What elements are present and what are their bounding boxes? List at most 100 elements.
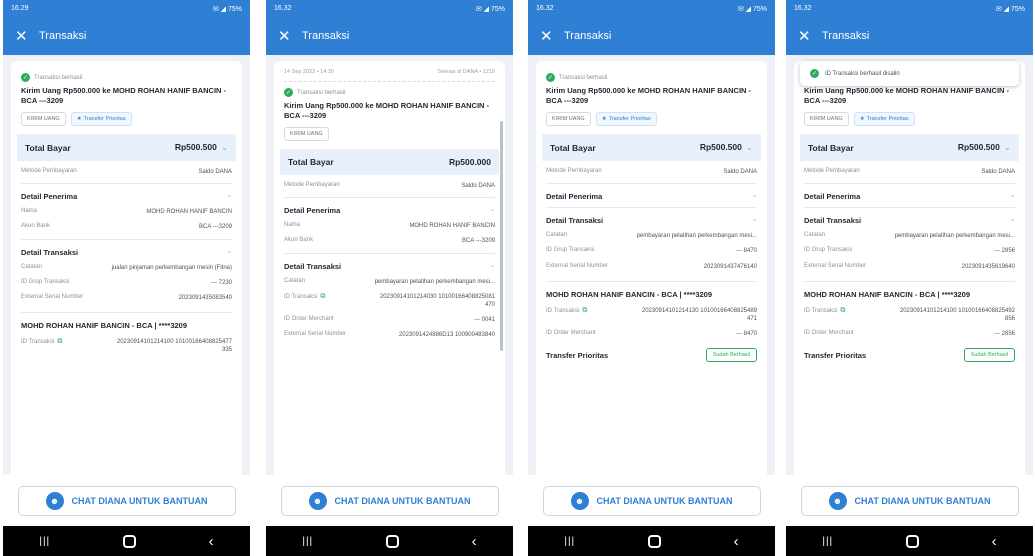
recent-apps-icon[interactable]: ||| [39, 536, 50, 547]
status-indicators: ✉ ◢ 75% [995, 5, 1025, 13]
back-icon[interactable]: ‹ [734, 533, 739, 550]
account-label: Akun Bank [284, 237, 314, 244]
chip-kirim-uang: KIRIM UANG [21, 112, 66, 127]
check-circle-icon: ✓ [284, 88, 293, 97]
success-status: ✓ Transaksi berhasil [546, 73, 757, 82]
chat-diana-button[interactable]: ☻ CHAT DIANA UNTUK BANTUAN [800, 485, 1019, 516]
transaction-card[interactable]: ✓ Kirim Uang Rp500.000 ke MOHD ROHAN HAN… [794, 61, 1025, 475]
total-label: Total Bayar [288, 157, 334, 168]
back-icon[interactable]: ‹ [472, 533, 477, 550]
section-detail-penerima[interactable]: Detail Penerima ⌄ [804, 183, 1015, 201]
toast-message: ID Transaksi berhasil disalin [825, 70, 900, 77]
recent-apps-icon[interactable]: ||| [564, 536, 575, 547]
note-value: jualan pinjaman perkembangan mesin (Fitn… [111, 264, 232, 271]
name-row: Nama MOHD ROHAN HANIF BANCIN [21, 208, 232, 216]
page-title: Transaksi [822, 30, 870, 42]
chevron-down-icon: ⌄ [226, 193, 232, 200]
recent-apps-icon[interactable]: ||| [822, 536, 833, 547]
recent-apps-icon[interactable]: ||| [302, 536, 313, 547]
name-value: MOHD ROHAN HANIF BANCIN [409, 223, 495, 230]
chat-button-label: CHAT DIANA UNTUK BANTUAN [596, 495, 733, 506]
transaction-card[interactable]: ✓ Transaksi berhasil Kirim Uang Rp500.00… [536, 61, 767, 475]
transaction-card[interactable]: 14 Sep 2023 • 14:30 Selesai di DANA • 12… [274, 61, 505, 475]
section-detail-transaksi[interactable]: Detail Transaksi ⌄ [284, 252, 495, 271]
chat-diana-button[interactable]: ☻ CHAT DIANA UNTUK BANTUAN [542, 485, 761, 516]
ext-value: 2023091437476140 [703, 263, 757, 270]
account-value: BCA ---3209 [461, 238, 495, 245]
copy-icon[interactable]: ⧉ [57, 338, 62, 345]
chevron-down-icon: ⌄ [745, 142, 753, 153]
section-title: Detail Transaksi [284, 261, 342, 271]
external-serial-row: External Serial Number 2023091437476140 [546, 263, 757, 271]
bottom-bar: ☻ CHAT DIANA UNTUK BANTUAN [266, 475, 513, 526]
close-icon[interactable]: ✕ [798, 27, 818, 45]
account-value: BCA ---3209 [198, 224, 232, 231]
total-bayar-row[interactable]: Total Bayar Rp500.500 ⌄ [17, 134, 236, 162]
chat-button-label: CHAT DIANA UNTUK BANTUAN [334, 495, 471, 506]
name-label: Nama [21, 208, 38, 215]
payment-value: Saldo DANA [723, 169, 757, 176]
back-icon[interactable]: ‹ [992, 533, 997, 550]
section-detail-penerima[interactable]: Detail Penerima ⌄ [546, 183, 757, 201]
home-icon[interactable] [647, 534, 661, 548]
app-bar: ✕ Transaksi [786, 17, 1033, 55]
total-label: Total Bayar [25, 142, 71, 153]
section-detail-penerima[interactable]: Detail Penerima ⌄ [21, 183, 232, 201]
payment-label: Metode Pembayaran [21, 168, 77, 175]
status-bar: 16.29 ✉ ◢ 75% [3, 0, 250, 17]
transaction-card[interactable]: ✓ Transaksi berhasil Kirim Uang Rp500.00… [11, 61, 242, 475]
section-detail-penerima[interactable]: Detail Penerima ⌄ [284, 197, 495, 215]
copy-icon[interactable]: ⧉ [320, 293, 325, 300]
section-title: Detail Transaksi [21, 247, 79, 257]
content-area: ✓ Transaksi berhasil Kirim Uang Rp500.00… [528, 55, 775, 475]
total-value: Rp500.500 [957, 142, 1000, 153]
status-time: 16.32 [274, 5, 292, 12]
home-icon[interactable] [122, 534, 136, 548]
home-icon[interactable] [905, 534, 919, 548]
check-circle-icon: ✓ [810, 69, 819, 78]
close-icon[interactable]: ✕ [15, 27, 35, 45]
total-label: Total Bayar [550, 142, 596, 153]
note-label: Catatan [21, 263, 43, 270]
chat-diana-button[interactable]: ☻ CHAT DIANA UNTUK BANTUAN [280, 485, 499, 516]
home-icon[interactable] [385, 534, 399, 548]
ext-label: External Serial Number [21, 293, 84, 300]
section-detail-transaksi[interactable]: Detail Transaksi ⌄ [21, 238, 232, 257]
order-id-row: ID Order Merchant --- 2856 [804, 330, 1015, 338]
total-bayar-row[interactable]: Total Bayar Rp500.000 [280, 149, 499, 176]
scrollbar[interactable] [500, 121, 503, 351]
external-serial-row: External Serial Number 2023091424886D13 … [284, 331, 495, 339]
prio-status-button[interactable]: Sudah Berhasil [963, 348, 1015, 363]
status-bar: 16.32 ✉ ◢ 75% [786, 0, 1033, 17]
note-value: pembayaran pelatihan perkembangan mesi..… [894, 233, 1015, 240]
section-title: Detail Transaksi [804, 216, 862, 226]
total-bayar-row[interactable]: Total Bayar Rp500.500 ⌄ [542, 134, 761, 162]
page-title: Transaksi [39, 30, 87, 42]
back-icon[interactable]: ‹ [209, 533, 214, 550]
prio-status-button[interactable]: Sudah Berhasil [705, 348, 757, 363]
phone-screen-2: 16.32 ✉ ◢ 75% ✕ Transaksi 14 Sep 2023 • … [266, 0, 513, 556]
section-title: Detail Penerima [804, 192, 861, 202]
section-title: Detail Penerima [21, 192, 78, 202]
payment-value: Saldo DANA [981, 169, 1015, 176]
group-label: ID Grup Transaksi [804, 247, 853, 254]
group-label: ID Grup Transaksi [546, 247, 595, 254]
copy-icon[interactable]: ⧉ [840, 307, 845, 314]
group-value: --- 8470 [735, 248, 757, 255]
total-bayar-row[interactable]: Total Bayar Rp500.500 ⌄ [800, 134, 1019, 162]
star-icon: ★ [859, 116, 865, 123]
copy-icon[interactable]: ⧉ [582, 307, 587, 314]
ext-value: 2023091435619640 [961, 263, 1015, 270]
section-detail-transaksi[interactable]: Detail Transaksi ⌄ [546, 207, 757, 225]
external-serial-row: External Serial Number 2023091435619640 [804, 263, 1015, 271]
txid-label: ID Transaksi [804, 307, 838, 314]
close-icon[interactable]: ✕ [540, 27, 560, 45]
close-icon[interactable]: ✕ [278, 27, 298, 45]
section-title: Detail Transaksi [546, 216, 604, 226]
android-nav-bar: ||| ‹ [786, 526, 1033, 556]
note-label: Catatan [284, 277, 306, 284]
chip-row: KIRIM UANG ★ Transfer Prioritas [21, 112, 232, 127]
chat-diana-button[interactable]: ☻ CHAT DIANA UNTUK BANTUAN [17, 485, 236, 516]
section-detail-transaksi[interactable]: Detail Transaksi ⌄ [804, 207, 1015, 225]
android-nav-bar: ||| ‹ [528, 526, 775, 556]
